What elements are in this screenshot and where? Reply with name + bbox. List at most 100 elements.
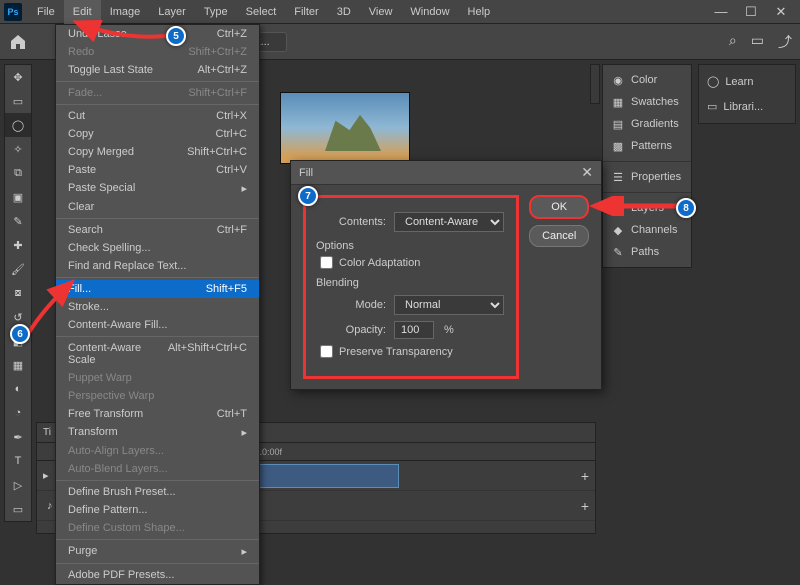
menu-file[interactable]: File xyxy=(28,0,64,24)
crop-tool-icon[interactable]: ⧉ xyxy=(5,161,31,185)
panel-patterns[interactable]: ▩Patterns xyxy=(603,135,691,157)
pen-tool-icon[interactable]: ✒ xyxy=(5,425,31,449)
menuitem-fill[interactable]: Fill...Shift+F5 xyxy=(56,280,259,298)
panels-group-right: ◯Learn▭Librari... xyxy=(698,64,796,124)
frame-tool-icon[interactable]: ▣ xyxy=(5,185,31,209)
menuitem-define-pattern[interactable]: Define Pattern... xyxy=(56,501,259,519)
marquee-tool-icon[interactable]: ▭ xyxy=(5,89,31,113)
eyedropper-tool-icon[interactable]: ✎ xyxy=(5,209,31,233)
menuitem-copy-merged[interactable]: Copy MergedShift+Ctrl+C xyxy=(56,143,259,161)
menu-3d[interactable]: 3D xyxy=(328,0,360,24)
menuitem-shortcut: Ctrl+F xyxy=(217,224,247,236)
path-select-tool-icon[interactable]: ▷ xyxy=(5,473,31,497)
shape-tool-icon[interactable]: ▭ xyxy=(5,497,31,521)
heal-tool-icon[interactable]: ✚ xyxy=(5,233,31,257)
arrow-to-ok xyxy=(588,196,680,216)
photoshop-logo-icon: Ps xyxy=(4,3,22,21)
color-adaptation-checkbox[interactable] xyxy=(320,256,333,269)
add-button[interactable]: + xyxy=(581,498,589,514)
menuitem-label: Redo xyxy=(68,46,94,58)
menuitem-free-transform[interactable]: Free TransformCtrl+T xyxy=(56,405,259,423)
panel-label: Channels xyxy=(631,224,677,236)
panel-channels[interactable]: ◆Channels xyxy=(603,219,691,241)
panel-separator xyxy=(603,161,691,162)
panel-learn[interactable]: ◯Learn xyxy=(699,69,795,94)
menuitem-content-aware-scale[interactable]: Content-Aware ScaleAlt+Shift+Ctrl+C xyxy=(56,339,259,369)
chevron-right-icon: ▸ xyxy=(241,182,247,195)
menuitem-purge[interactable]: Purge▸ xyxy=(56,542,259,561)
menuitem-content-aware-fill[interactable]: Content-Aware Fill... xyxy=(56,316,259,334)
menu-type[interactable]: Type xyxy=(195,0,237,24)
menuitem-stroke[interactable]: Stroke... xyxy=(56,298,259,316)
menuitem-adobe-pdf-presets[interactable]: Adobe PDF Presets... xyxy=(56,566,259,584)
menuitem-find-and-replace-text[interactable]: Find and Replace Text... xyxy=(56,257,259,275)
menuitem-clear[interactable]: Clear xyxy=(56,198,259,216)
ok-button[interactable]: OK xyxy=(529,195,589,219)
fill-dialog: Fill ✕ Contents: Content-Aware Options C… xyxy=(290,160,602,390)
dodge-tool-icon[interactable]: ◔ xyxy=(5,401,31,425)
document-canvas[interactable] xyxy=(280,92,410,164)
menuitem-paste[interactable]: PasteCtrl+V xyxy=(56,161,259,179)
minimize-button[interactable]: — xyxy=(706,0,736,24)
search-icon[interactable]: ⌕ xyxy=(729,32,737,52)
menuitem-label: Puppet Warp xyxy=(68,372,132,384)
panel-color[interactable]: ◉ Color xyxy=(603,69,691,91)
menu-separator xyxy=(56,104,259,105)
menuitem-transform[interactable]: Transform▸ xyxy=(56,423,259,442)
menuitem-search[interactable]: SearchCtrl+F xyxy=(56,221,259,239)
close-icon[interactable]: ✕ xyxy=(581,164,593,181)
mode-select[interactable]: Normal xyxy=(394,295,504,315)
panel-paths[interactable]: ✎Paths xyxy=(603,241,691,263)
opacity-input[interactable] xyxy=(394,321,434,339)
preserve-transparency-label: Preserve Transparency xyxy=(339,346,453,358)
swatches-icon: ▦ xyxy=(611,95,625,109)
menuitem-define-brush-preset[interactable]: Define Brush Preset... xyxy=(56,483,259,501)
window-controls: — ☐ ✕ xyxy=(706,0,796,24)
move-tool-icon[interactable]: ✥ xyxy=(5,65,31,89)
menu-select[interactable]: Select xyxy=(237,0,286,24)
menu-help[interactable]: Help xyxy=(459,0,500,24)
menu-filter[interactable]: Filter xyxy=(285,0,327,24)
home-icon[interactable] xyxy=(8,32,28,52)
arrow-to-edit xyxy=(70,16,170,46)
menu-separator xyxy=(56,277,259,278)
menuitem-check-spelling[interactable]: Check Spelling... xyxy=(56,239,259,257)
fill-dialog-title: Fill xyxy=(299,167,313,179)
color-wheel-icon: ◉ xyxy=(611,73,625,87)
add-button[interactable]: + xyxy=(581,468,589,484)
gradient-tool-icon[interactable]: ▦ xyxy=(5,353,31,377)
chevron-right-icon[interactable]: ▸ xyxy=(43,469,49,482)
menuitem-cut[interactable]: CutCtrl+X xyxy=(56,107,259,125)
menuitem-paste-special[interactable]: Paste Special▸ xyxy=(56,179,259,198)
menuitem-copy[interactable]: CopyCtrl+C xyxy=(56,125,259,143)
fill-dialog-titlebar[interactable]: Fill ✕ xyxy=(291,161,601,185)
panel-gradients[interactable]: ▤Gradients xyxy=(603,113,691,135)
type-tool-icon[interactable]: T xyxy=(5,449,31,473)
lasso-tool-icon[interactable]: ◯ xyxy=(5,113,31,137)
panel-properties[interactable]: ☰Properties xyxy=(603,166,691,188)
collapsed-panel-handle[interactable] xyxy=(590,64,600,104)
menu-view[interactable]: View xyxy=(360,0,402,24)
maximize-button[interactable]: ☐ xyxy=(736,0,766,24)
workspace-icon[interactable]: ▭ xyxy=(751,32,764,52)
options-right-icons: ⌕ ▭ ⤴ xyxy=(729,32,792,52)
panel-librari[interactable]: ▭Librari... xyxy=(699,94,795,119)
wand-tool-icon[interactable]: ✧ xyxy=(5,137,31,161)
gradients-icon: ▤ xyxy=(611,117,625,131)
panel-label: Color xyxy=(631,74,657,86)
opacity-unit: % xyxy=(444,324,454,336)
cancel-button[interactable]: Cancel xyxy=(529,225,589,247)
preserve-transparency-checkbox[interactable] xyxy=(320,345,333,358)
close-button[interactable]: ✕ xyxy=(766,0,796,24)
menuitem-shortcut: Alt+Ctrl+Z xyxy=(197,64,247,76)
panel-swatches[interactable]: ▦Swatches xyxy=(603,91,691,113)
menu-window[interactable]: Window xyxy=(401,0,458,24)
menuitem-shortcut: Shift+F5 xyxy=(206,283,247,295)
contents-select[interactable]: Content-Aware xyxy=(394,212,504,232)
share-icon[interactable]: ⤴ xyxy=(778,32,792,52)
menuitem-toggle-last-state[interactable]: Toggle Last StateAlt+Ctrl+Z xyxy=(56,61,259,79)
menuitem-shortcut: Ctrl+T xyxy=(217,408,247,420)
properties-icon: ☰ xyxy=(611,170,625,184)
blur-tool-icon[interactable]: ◐ xyxy=(5,377,31,401)
menuitem-shortcut: Shift+Ctrl+Z xyxy=(188,46,247,58)
